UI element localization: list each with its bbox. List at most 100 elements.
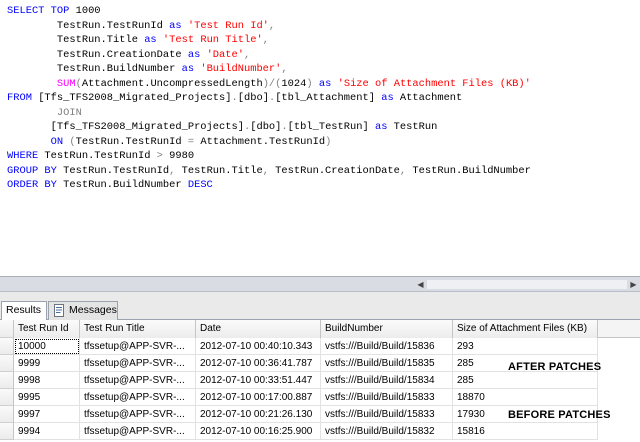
sql-token: 1000	[75, 5, 101, 17]
tab-messages[interactable]: Messages	[48, 301, 118, 320]
table-cell[interactable]: vstfs:///Build/Build/15833	[321, 406, 453, 423]
sql-token: 'BuildNumber'	[200, 63, 282, 75]
row-header[interactable]	[0, 406, 14, 423]
row-header[interactable]	[0, 423, 14, 440]
table-cell[interactable]: 2012-07-10 00:40:10.343	[196, 338, 321, 355]
sql-token: TestRun.BuildNumber	[56, 179, 188, 191]
sql-token: TestRun.TestRunId	[56, 164, 170, 177]
sql-token: TestRun.BuildNumber	[406, 164, 531, 177]
sql-line[interactable]: FROM [Tfs_TFS2008_Migrated_Projects].[db…	[7, 91, 531, 106]
table-row[interactable]: 9995 tfssetup@APP-SVR-... 2012-07-10 00:17…	[0, 389, 640, 406]
table-row[interactable]: 10000 tfssetup@APP-SVR-... 2012-07-10 00:4…	[0, 338, 640, 355]
sql-line[interactable]: TestRun.Title as 'Test Run Title',	[7, 33, 531, 48]
sql-token: Attachment	[393, 92, 463, 104]
scroll-right-icon[interactable]: ▶	[628, 279, 639, 290]
before-patches-note: BEFORE PATCHES	[508, 409, 611, 421]
table-row[interactable]: 9994 tfssetup@APP-SVR-... 2012-07-10 00:16…	[0, 423, 640, 440]
column-header-test-run-title[interactable]: Test Run Title	[80, 320, 196, 338]
sql-token: as	[187, 48, 201, 61]
sql-line[interactable]: WHERE TestRun.TestRunId > 9980	[7, 149, 531, 164]
sql-query-text[interactable]: SELECT TOP 1000 TestRun.TestRunId as 'Te…	[7, 4, 531, 193]
sql-token: as	[144, 34, 157, 46]
column-header-date[interactable]: Date	[196, 320, 321, 338]
column-header-attachment-size[interactable]: Size of Attachment Files (KB)	[453, 320, 598, 338]
sql-query-editor[interactable]: SELECT TOP 1000 TestRun.TestRunId as 'Te…	[0, 0, 640, 276]
table-cell[interactable]: 18870	[453, 389, 598, 406]
sql-token: TestRun.TestRunId	[7, 19, 170, 32]
table-cell[interactable]: 9995	[14, 389, 80, 406]
column-header-build-number[interactable]: BuildNumber	[321, 320, 453, 338]
table-cell[interactable]: tfssetup@APP-SVR-...	[80, 372, 196, 389]
messages-page-icon	[54, 304, 64, 317]
table-row[interactable]: 9998 tfssetup@APP-SVR-... 2012-07-10 00:33…	[0, 372, 640, 389]
sql-token: ,	[262, 34, 269, 46]
table-cell[interactable]: 9999	[14, 355, 80, 372]
grid-header-row: Test Run Id Test Run Title Date BuildNum…	[0, 320, 640, 338]
scroll-track[interactable]	[427, 280, 627, 289]
sql-token: [tbl_Attachment]	[275, 92, 382, 104]
sql-token: 9980	[162, 150, 195, 162]
table-cell[interactable]: vstfs:///Build/Build/15832	[321, 423, 453, 440]
sql-token: [tbl_TestRun]	[287, 121, 375, 133]
sql-token: 'Size of Attachment Files (KB)'	[337, 77, 531, 90]
table-cell[interactable]: vstfs:///Build/Build/15833	[321, 389, 453, 406]
sql-line[interactable]: JOIN	[7, 106, 531, 121]
row-header[interactable]	[0, 338, 14, 355]
table-cell[interactable]: tfssetup@APP-SVR-...	[80, 406, 196, 423]
results-grid[interactable]: Test Run Id Test Run Title Date BuildNum…	[0, 320, 640, 442]
sql-line[interactable]: TestRun.CreationDate as 'Date',	[7, 48, 531, 63]
table-cell[interactable]: 10000	[14, 338, 80, 355]
sql-token: WHERE	[7, 150, 39, 162]
row-header[interactable]	[0, 355, 14, 372]
table-cell[interactable]: 2012-07-10 00:33:51.447	[196, 372, 321, 389]
table-cell[interactable]: tfssetup@APP-SVR-...	[80, 389, 196, 406]
sql-token: Attachment.UncompressedLength	[81, 77, 263, 90]
sql-line[interactable]: SELECT TOP 1000	[7, 4, 531, 19]
grid-corner-cell[interactable]	[0, 320, 14, 338]
after-patches-note: AFTER PATCHES	[508, 361, 602, 373]
horizontal-scrollbar[interactable]: ◀ ▶	[0, 276, 640, 292]
sql-token: ,	[243, 48, 251, 61]
table-cell[interactable]: tfssetup@APP-SVR-...	[80, 423, 196, 440]
table-cell[interactable]: 15816	[453, 423, 598, 440]
sql-token: as	[381, 92, 394, 104]
table-cell[interactable]: tfssetup@APP-SVR-...	[80, 355, 196, 372]
column-header-test-run-id[interactable]: Test Run Id	[14, 320, 80, 338]
table-cell[interactable]: 9994	[14, 423, 80, 440]
sql-line[interactable]: ON (TestRun.TestRunId = Attachment.TestR…	[7, 135, 531, 150]
table-cell[interactable]: 293	[453, 338, 598, 355]
sql-token: TestRun.CreationDate	[268, 164, 400, 177]
sql-token: as	[374, 121, 388, 133]
sql-token: [Tfs_TFS2008_Migrated_Projects]	[38, 92, 232, 104]
table-cell[interactable]: 2012-07-10 00:21:26.130	[196, 406, 321, 423]
sql-token: DESC	[187, 179, 213, 191]
sql-line[interactable]: ORDER BY TestRun.BuildNumber DESC	[7, 178, 531, 193]
sql-line[interactable]: GROUP BY TestRun.TestRunId, TestRun.Titl…	[7, 164, 531, 179]
scroll-left-icon[interactable]: ◀	[415, 279, 426, 290]
table-cell[interactable]: 2012-07-10 00:17:00.887	[196, 389, 321, 406]
table-cell[interactable]: 285	[453, 372, 598, 389]
sql-token: TestRun.CreationDate	[7, 48, 188, 61]
sql-line[interactable]: SUM(Attachment.UncompressedLength)/(1024…	[7, 77, 531, 92]
table-cell[interactable]: vstfs:///Build/Build/15835	[321, 355, 453, 372]
row-header[interactable]	[0, 372, 14, 389]
table-cell[interactable]: tfssetup@APP-SVR-...	[80, 338, 196, 355]
sql-token: TestRun	[387, 121, 438, 133]
sql-line[interactable]: [Tfs_TFS2008_Migrated_Projects].[dbo].[t…	[7, 120, 531, 135]
results-tab-bar: Results Messages	[0, 292, 640, 321]
sql-token: 'Date'	[206, 48, 244, 61]
table-cell[interactable]: vstfs:///Build/Build/15834	[321, 372, 453, 389]
sql-token: ,	[268, 19, 276, 32]
sql-token: SUM	[56, 77, 76, 90]
row-header[interactable]	[0, 389, 14, 406]
table-cell[interactable]: 2012-07-10 00:16:25.900	[196, 423, 321, 440]
sql-line[interactable]: TestRun.BuildNumber as 'BuildNumber',	[7, 62, 531, 77]
sql-line[interactable]: TestRun.TestRunId as 'Test Run Id',	[7, 19, 531, 34]
table-cell[interactable]: 9998	[14, 372, 80, 389]
table-cell[interactable]: vstfs:///Build/Build/15836	[321, 338, 453, 355]
table-cell[interactable]: 9997	[14, 406, 80, 423]
tab-results[interactable]: Results	[1, 301, 47, 321]
table-cell[interactable]: 2012-07-10 00:36:41.787	[196, 355, 321, 372]
